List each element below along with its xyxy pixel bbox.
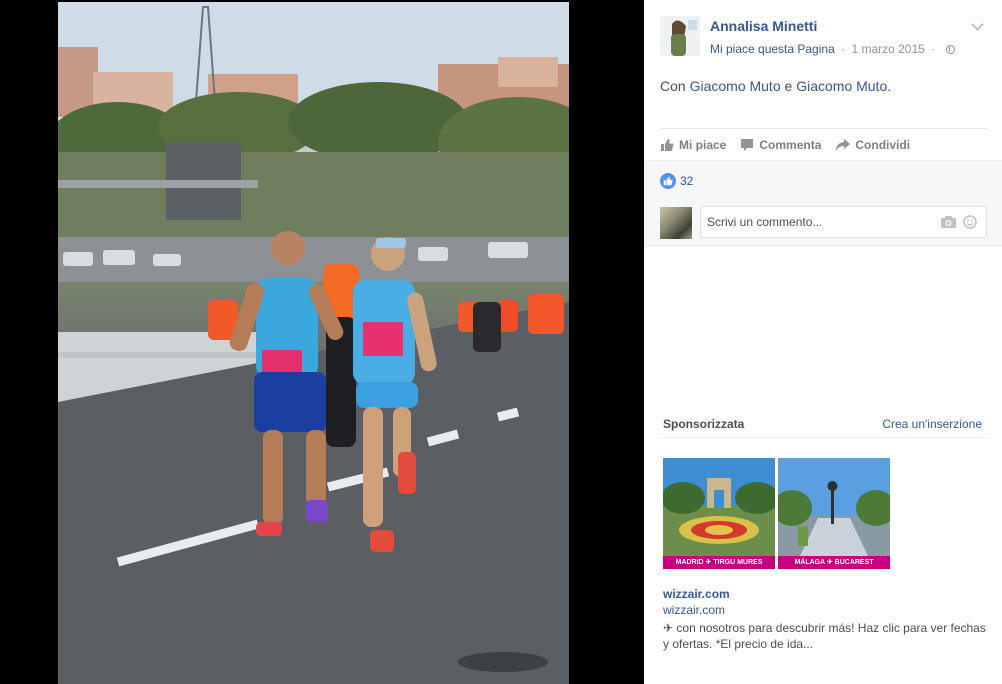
thumbs-up-icon bbox=[663, 176, 673, 186]
like-button[interactable]: Mi piace bbox=[660, 138, 726, 152]
smiley-icon[interactable] bbox=[963, 215, 977, 229]
meta-separator: · bbox=[841, 42, 846, 56]
post-header: Annalisa Minetti Mi piace questa Pagina … bbox=[644, 0, 1002, 160]
likes-summary[interactable]: 32 bbox=[660, 173, 693, 189]
advertiser-name[interactable]: wizzair.com bbox=[663, 587, 730, 601]
share-button[interactable]: Condividi bbox=[835, 138, 910, 152]
comment-label: Commenta bbox=[759, 138, 822, 152]
ad-body-text: ✈ con nosotros para descubrir más! Haz c… bbox=[663, 621, 986, 651]
ad-photo-malaga bbox=[778, 458, 890, 569]
post-text-conjunction: e bbox=[780, 78, 797, 94]
ad-carousel: MADRID ✈ TIRGU MURES MÁLAGA ✈ BUCAREST bbox=[663, 458, 893, 569]
post-side-panel: Annalisa Minetti Mi piace questa Pagina … bbox=[644, 0, 1002, 684]
post-text-suffix: . bbox=[887, 78, 892, 94]
post-meta: Mi piace questa Pagina · 1 marzo 2015 · bbox=[710, 42, 955, 56]
current-user-avatar bbox=[660, 207, 692, 239]
share-label: Condividi bbox=[855, 138, 911, 152]
tagged-person-link[interactable]: Giacomo Muto bbox=[690, 78, 781, 94]
thumbs-up-icon bbox=[661, 139, 674, 151]
camera-icon[interactable] bbox=[941, 216, 956, 228]
comment-button[interactable]: Commenta bbox=[740, 138, 821, 152]
like-badge-icon bbox=[660, 173, 676, 189]
advertiser-domain[interactable]: wizzair.com bbox=[663, 603, 725, 617]
post-text: Con Giacomo Muto e Giacomo Muto. bbox=[660, 78, 891, 94]
meta-separator: · bbox=[931, 42, 936, 56]
actions-divider bbox=[660, 128, 988, 129]
post-actions: Mi piace Commenta Condividi bbox=[660, 136, 924, 154]
comment-input[interactable] bbox=[701, 207, 931, 237]
create-ad-link[interactable]: Crea un'inserzione bbox=[882, 417, 982, 431]
comments-area: 32 bbox=[644, 160, 1002, 246]
running-race-photo bbox=[58, 2, 569, 684]
ad-caption: MADRID ✈ TIRGU MURES bbox=[663, 556, 775, 569]
post-photo[interactable] bbox=[58, 2, 569, 684]
sponsored-title: Sponsorizzata bbox=[663, 417, 745, 431]
tagged-person-link[interactable]: Giacomo Muto bbox=[796, 78, 887, 94]
ad-photo-madrid bbox=[663, 458, 775, 569]
share-arrow-icon bbox=[836, 139, 851, 151]
post-author-name[interactable]: Annalisa Minetti bbox=[710, 18, 817, 34]
ad-caption: MÁLAGA ✈ BUCAREST bbox=[778, 556, 890, 569]
post-text-prefix: Con bbox=[660, 78, 690, 94]
likes-count[interactable]: 32 bbox=[680, 174, 693, 188]
sponsored-divider bbox=[660, 437, 988, 438]
like-page-link[interactable]: Mi piace questa Pagina bbox=[710, 42, 835, 56]
ad-image-malaga[interactable]: MÁLAGA ✈ BUCAREST bbox=[778, 458, 890, 569]
photo-viewer-stage bbox=[0, 0, 644, 684]
like-label: Mi piace bbox=[679, 138, 727, 152]
author-avatar[interactable] bbox=[660, 16, 700, 56]
post-date[interactable]: 1 marzo 2015 bbox=[851, 42, 924, 56]
chevron-down-icon[interactable] bbox=[971, 18, 984, 31]
globe-icon[interactable] bbox=[945, 45, 955, 54]
ad-image-madrid[interactable]: MADRID ✈ TIRGU MURES bbox=[663, 458, 775, 569]
comment-icon bbox=[741, 139, 754, 151]
comment-box bbox=[700, 206, 987, 238]
avatar-image bbox=[660, 16, 700, 56]
